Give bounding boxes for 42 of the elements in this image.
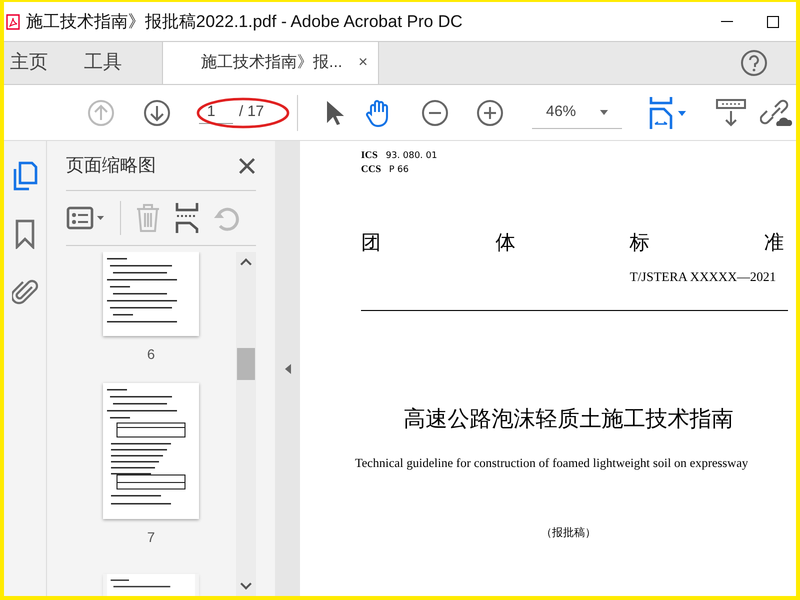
- classification-code: P 66: [389, 164, 409, 177]
- bookmark-icon[interactable]: [14, 219, 36, 249]
- page-thumbnail[interactable]: [103, 252, 199, 336]
- nav-tab[interactable]: 主页: [4, 42, 54, 84]
- document-subtitle: Technical guideline for construction of foamed lightweight soil on expressway: [355, 455, 750, 472]
- classification-label: CCS: [361, 163, 382, 177]
- standard-number: T/JSTERA XXXXX—2021: [630, 268, 776, 286]
- heading-character: 准: [764, 229, 784, 256]
- page-total-label: / 17: [239, 102, 264, 122]
- scrollbar[interactable]: [236, 252, 256, 596]
- document-tab[interactable]: 施工技术指南》报... ×: [162, 42, 379, 84]
- next-page-icon[interactable]: [143, 98, 171, 126]
- classification-code: 93. 080. 01: [386, 150, 438, 163]
- cursor-icon[interactable]: [324, 98, 344, 126]
- page-thumbnail[interactable]: [103, 383, 199, 519]
- close-tab-icon[interactable]: ×: [358, 51, 368, 75]
- zoom-out-icon[interactable]: [421, 98, 449, 126]
- dropdown-caret-icon: [600, 110, 608, 114]
- help-icon[interactable]: [740, 49, 768, 77]
- read-mode-icon[interactable]: [716, 98, 746, 128]
- collapse-arrow-icon[interactable]: [284, 364, 290, 374]
- heading-character: 体: [495, 229, 516, 256]
- cloud-link-icon[interactable]: [760, 98, 792, 128]
- insert-page-icon[interactable]: [175, 203, 199, 233]
- nav-tab[interactable]: 工具: [78, 42, 128, 84]
- pages-icon[interactable]: [12, 161, 38, 191]
- options-icon[interactable]: [66, 206, 106, 230]
- paperclip-icon[interactable]: [12, 277, 38, 307]
- window-title: 施工技术指南》报批稿2022.1.pdf - Adobe Acrobat Pro DC: [26, 10, 463, 33]
- zoom-dropdown[interactable]: 46%: [532, 96, 622, 128]
- draft-status: （报批稿）: [541, 524, 596, 541]
- classification-label: ICS: [361, 149, 378, 163]
- close-icon[interactable]: [238, 156, 256, 174]
- page-number-label: 7: [147, 528, 155, 547]
- page-number-label: 6: [147, 345, 155, 364]
- zoom-in-icon[interactable]: [476, 98, 504, 126]
- panel-title: 页面缩略图: [66, 154, 156, 177]
- document-title: 高速公路泡沫轻质土施工技术指南: [404, 406, 734, 434]
- scrollbar-thumb[interactable]: [237, 348, 255, 380]
- heading-character: 标: [630, 229, 650, 256]
- heading-character: 团: [361, 229, 381, 256]
- page-number-field[interactable]: 1: [199, 100, 233, 124]
